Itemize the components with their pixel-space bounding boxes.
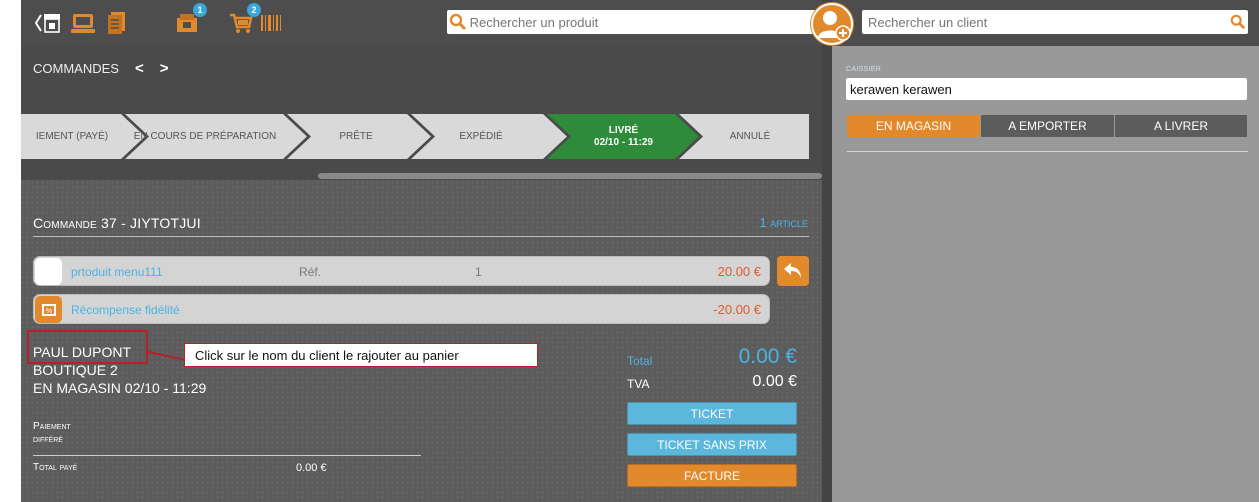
cart-icon[interactable]: 2 bbox=[227, 3, 261, 36]
loyalty-reward-icon: % bbox=[35, 296, 62, 323]
total-paid-label: Total payé bbox=[33, 462, 78, 473]
barcode-icon[interactable] bbox=[257, 10, 285, 36]
svg-text:%: % bbox=[46, 308, 52, 315]
pos-terminal-icon[interactable] bbox=[69, 10, 97, 36]
product-name[interactable]: prtoduit menu111 bbox=[71, 265, 163, 279]
step-shipped-label: EXPÉDIÉ bbox=[459, 130, 503, 142]
search-icon bbox=[447, 11, 470, 33]
tab-a-livrer[interactable]: A LIVRER bbox=[1114, 115, 1247, 137]
steps-scrollbar[interactable] bbox=[318, 173, 822, 179]
step-paid[interactable]: IEMENT (PAYÉ) bbox=[21, 114, 123, 159]
client-name[interactable]: PAUL DUPONT bbox=[33, 344, 131, 360]
tooltip-connector bbox=[147, 351, 185, 361]
step-ready-label: PRÊTE bbox=[339, 130, 373, 142]
product-search-box[interactable] bbox=[447, 10, 822, 34]
orders-label: COMMANDES bbox=[33, 60, 119, 76]
undo-return-button[interactable] bbox=[777, 256, 809, 286]
step-preparing-label: EN COURS DE PRÉPARATION bbox=[133, 130, 277, 142]
payment-label-line-2: différé bbox=[33, 434, 63, 445]
panel-divider bbox=[822, 0, 832, 502]
ticket-sans-prix-button[interactable]: TICKET SANS PRIX bbox=[627, 433, 797, 456]
order-status-steps: IEMENT (PAYÉ) EN COURS DE PRÉPARATION PR… bbox=[21, 114, 809, 159]
product-ref: Réf. bbox=[299, 265, 322, 279]
total-label: Total bbox=[627, 354, 653, 368]
step-delivered-label: LIVRÉ bbox=[608, 124, 639, 136]
step-delivered[interactable]: LIVRÉ 02/10 - 11:29 bbox=[561, 114, 686, 159]
tva-value: 0.00 € bbox=[752, 373, 797, 390]
payment-label-line-1: Paiement bbox=[33, 421, 71, 432]
facture-button[interactable]: FACTURE bbox=[627, 464, 797, 487]
client-search-input[interactable] bbox=[868, 14, 1228, 30]
step-ready[interactable]: PRÊTE bbox=[291, 114, 421, 159]
back-shop-icon[interactable] bbox=[35, 10, 63, 36]
cashier-field[interactable]: kerawen kerawen bbox=[846, 78, 1247, 100]
product-qty: 1 bbox=[475, 265, 482, 279]
client-panel: CAISSIER kerawen kerawen EN MAGASIN A EM… bbox=[810, 0, 1259, 502]
next-order-button[interactable]: > bbox=[160, 60, 169, 77]
product-thumbnail bbox=[35, 258, 62, 285]
add-user-icon bbox=[811, 3, 853, 45]
client-divider bbox=[847, 151, 1248, 152]
step-shipped[interactable]: EXPÉDIÉ bbox=[413, 114, 549, 159]
step-delivered-date: 02/10 - 11:29 bbox=[594, 136, 653, 148]
search-icon[interactable] bbox=[1227, 11, 1248, 33]
product-price: 20.00 € bbox=[717, 264, 761, 279]
order-title: Commande 37 - JIYTOTJUI bbox=[33, 215, 201, 231]
reward-name[interactable]: Récompense fidélité bbox=[71, 303, 180, 317]
delivery-mode-tabs: EN MAGASIN A EMPORTER A LIVRER bbox=[847, 115, 1247, 137]
step-paid-label: IEMENT (PAYÉ) bbox=[35, 130, 109, 142]
step-cancelled[interactable]: ANNULÉ bbox=[691, 114, 809, 159]
total-value: 0.00 € bbox=[738, 345, 797, 368]
ticket-button[interactable]: TICKET bbox=[627, 402, 797, 425]
payment-divider bbox=[33, 455, 421, 456]
step-preparing[interactable]: EN COURS DE PRÉPARATION bbox=[125, 114, 285, 159]
delivery-mode-date: EN MAGASIN 02/10 - 11:29 bbox=[33, 380, 207, 396]
left-edge bbox=[0, 0, 21, 502]
title-divider bbox=[33, 236, 809, 237]
order-line[interactable]: prtoduit menu111 Réf. 1 20.00 € bbox=[33, 256, 770, 286]
prev-order-button[interactable]: < bbox=[135, 60, 144, 77]
client-search-box[interactable] bbox=[862, 10, 1248, 34]
help-tooltip: Click sur le nom du client le rajouter a… bbox=[184, 343, 538, 367]
return-arrow-icon bbox=[784, 263, 801, 278]
order-line-reward[interactable]: % Récompense fidélité -20.00 € bbox=[33, 294, 770, 324]
boutique-name: BOUTIQUE 2 bbox=[33, 362, 118, 378]
product-search-input[interactable] bbox=[469, 14, 822, 30]
notes-icon[interactable] bbox=[103, 10, 131, 36]
tab-en-magasin[interactable]: EN MAGASIN bbox=[847, 115, 980, 137]
orders-nav-bar: COMMANDES < > bbox=[21, 46, 822, 90]
total-paid-value: 0.00 € bbox=[296, 462, 327, 474]
order-panel: 1 2 COMMANDES < > IEMENT (PAY bbox=[0, 0, 822, 502]
payment-label: Paiement différé bbox=[33, 420, 71, 446]
add-client-button[interactable] bbox=[810, 2, 854, 46]
step-cancelled-label: ANNULÉ bbox=[729, 130, 771, 142]
cashier-label: CAISSIER bbox=[846, 66, 882, 73]
tab-a-emporter[interactable]: A EMPORTER bbox=[980, 115, 1114, 137]
article-count[interactable]: 1 article bbox=[759, 215, 808, 230]
orders-badge: 1 bbox=[193, 3, 207, 17]
reward-price: -20.00 € bbox=[713, 302, 761, 317]
tva-label: TVA bbox=[627, 377, 650, 391]
orders-icon[interactable]: 1 bbox=[173, 3, 207, 36]
top-toolbar: 1 2 bbox=[21, 0, 822, 46]
